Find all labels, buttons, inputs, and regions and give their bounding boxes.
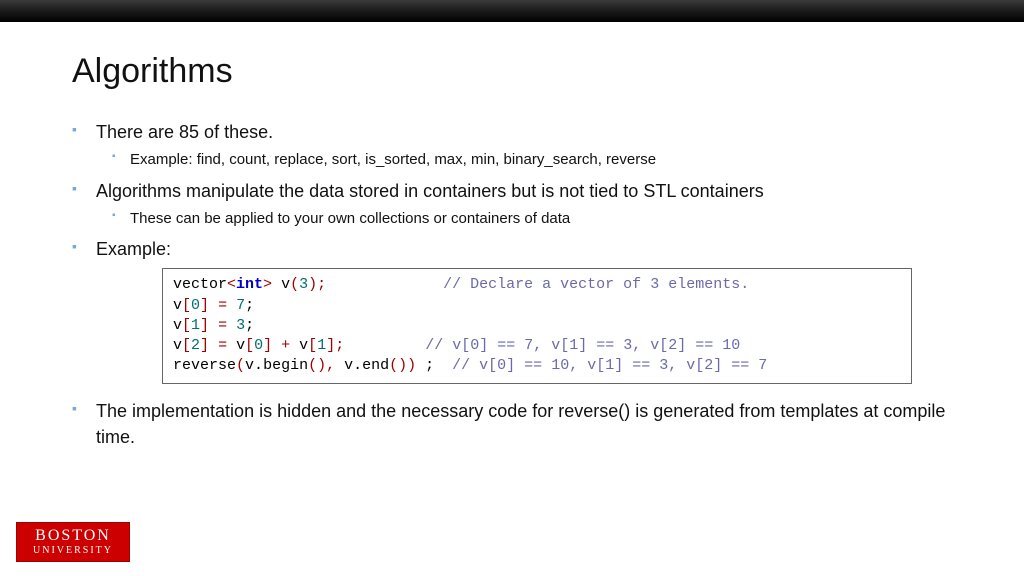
code-comment: // v[0] == 10, v[1] == 3, v[2] == 7 — [452, 357, 767, 374]
code-token: ] — [200, 337, 209, 354]
code-token: ); — [308, 276, 326, 293]
code-token: vector — [173, 276, 227, 293]
code-token: v — [173, 337, 182, 354]
top-bar — [0, 0, 1024, 22]
code-token: 0 — [191, 297, 200, 314]
bullet-text: Algorithms manipulate the data stored in… — [96, 181, 764, 201]
code-pad — [326, 276, 443, 293]
logo-line-2: UNIVERSITY — [33, 546, 113, 556]
code-token: ; — [416, 357, 452, 374]
code-token: ()) — [389, 357, 416, 374]
code-token: v — [272, 276, 290, 293]
code-token: int — [236, 276, 263, 293]
code-token: (), — [308, 357, 335, 374]
logo-line-1: BOSTON — [35, 528, 111, 544]
code-token: ( — [290, 276, 299, 293]
code-token: v — [335, 357, 353, 374]
code-token: 2 — [191, 337, 200, 354]
code-token: ] — [263, 337, 272, 354]
code-token: 1 — [317, 337, 326, 354]
code-token: > — [263, 276, 272, 293]
code-token: ; — [245, 317, 254, 334]
bullet-text: The implementation is hidden and the nec… — [96, 401, 945, 447]
code-token: = — [209, 317, 236, 334]
bullet-item: The implementation is hidden and the nec… — [72, 398, 952, 450]
code-block: vector<int> v(3); // Declare a vector of… — [162, 268, 912, 383]
code-token: [ — [182, 337, 191, 354]
sub-bullet-item: Example: find, count, replace, sort, is_… — [96, 149, 952, 172]
code-token: v — [245, 357, 254, 374]
bullet-item: There are 85 of these. Example: find, co… — [72, 119, 952, 172]
code-token: v — [173, 317, 182, 334]
code-token: = — [209, 297, 236, 314]
code-token: 1 — [191, 317, 200, 334]
code-token: ] — [200, 317, 209, 334]
slide-title: Algorithms — [72, 52, 952, 91]
code-token: [ — [308, 337, 317, 354]
code-token: [ — [182, 297, 191, 314]
code-token: ( — [236, 357, 245, 374]
sub-bullet-list: Example: find, count, replace, sort, is_… — [96, 149, 952, 172]
boston-university-logo: BOSTON UNIVERSITY — [16, 522, 130, 562]
bullet-list-2: The implementation is hidden and the nec… — [72, 398, 952, 450]
code-token: 3 — [299, 276, 308, 293]
code-token: [ — [182, 317, 191, 334]
code-token: . — [254, 357, 263, 374]
slide-content: Algorithms There are 85 of these. Exampl… — [0, 22, 1024, 450]
code-token: ]; — [326, 337, 344, 354]
code-token: reverse — [173, 357, 236, 374]
bullet-list: There are 85 of these. Example: find, co… — [72, 119, 952, 262]
code-token: ] — [200, 297, 209, 314]
code-pad — [344, 337, 425, 354]
code-token: 7 — [236, 297, 245, 314]
bullet-item: Example: — [72, 236, 952, 262]
code-token: v — [173, 297, 182, 314]
code-token: v — [299, 337, 308, 354]
bullet-text: There are 85 of these. — [96, 122, 273, 142]
code-token: + — [272, 337, 299, 354]
bullet-text: Example: — [96, 239, 171, 259]
code-token: ; — [245, 297, 254, 314]
code-token: 0 — [254, 337, 263, 354]
code-token: begin — [263, 357, 308, 374]
code-token: . — [353, 357, 362, 374]
code-token: 3 — [236, 317, 245, 334]
bullet-item: Algorithms manipulate the data stored in… — [72, 178, 952, 231]
code-token: = — [209, 337, 236, 354]
code-comment: // Declare a vector of 3 elements. — [443, 276, 749, 293]
code-comment: // v[0] == 7, v[1] == 3, v[2] == 10 — [425, 337, 740, 354]
sub-bullet-list: These can be applied to your own collect… — [96, 208, 952, 231]
sub-bullet-item: These can be applied to your own collect… — [96, 208, 952, 231]
code-token: [ — [245, 337, 254, 354]
code-token: end — [362, 357, 389, 374]
code-token: < — [227, 276, 236, 293]
code-token: v — [236, 337, 245, 354]
